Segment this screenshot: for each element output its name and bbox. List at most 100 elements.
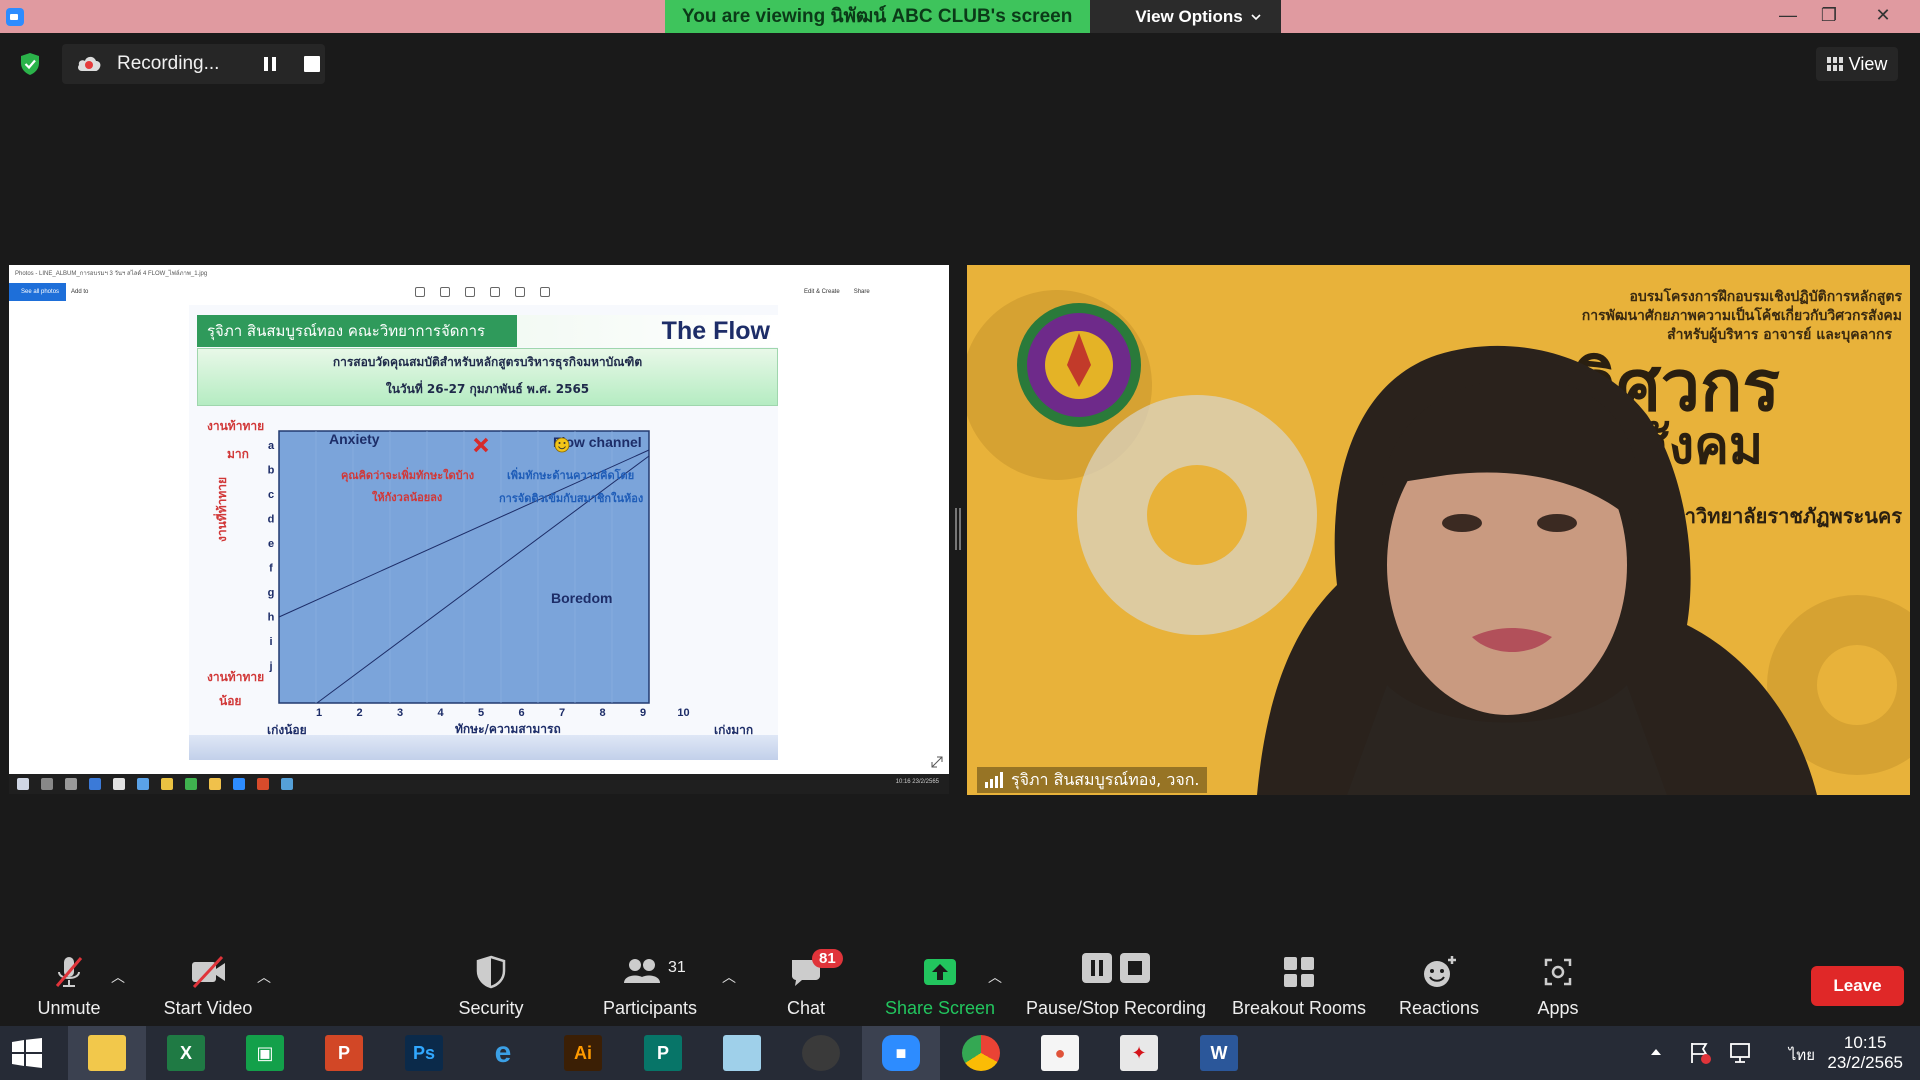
- internet-explorer-icon: e: [494, 1036, 512, 1069]
- unmute-button[interactable]: Unmute: [18, 947, 120, 1026]
- see-all-photos-button[interactable]: See all photos: [9, 283, 66, 301]
- leave-button[interactable]: Leave: [1811, 966, 1904, 1006]
- security-label: Security: [458, 998, 524, 1018]
- zoom-in-icon[interactable]: [415, 287, 425, 297]
- taskbar-ie[interactable]: e: [464, 1026, 542, 1080]
- share-screen-label: Share Screen: [884, 998, 996, 1018]
- view-options-label: View Options: [1135, 7, 1243, 26]
- security-shield-icon[interactable]: [20, 52, 40, 76]
- title-bar: You are viewing นิพัฒน์ ABC CLUB's scree…: [0, 0, 1920, 33]
- pause-stop-recording-button[interactable]: Pause/Stop Recording: [1024, 947, 1208, 1026]
- taskbar-acrobat[interactable]: ✦: [1100, 1026, 1178, 1080]
- taskbar-time: 10:15: [1843, 1033, 1887, 1052]
- taskbar-zoom[interactable]: ■: [862, 1026, 940, 1080]
- anxiety-note-2: ให้กังวลน้อยลง: [372, 490, 442, 504]
- delete-icon[interactable]: [465, 287, 475, 297]
- taskbar-photoscape[interactable]: [782, 1026, 860, 1080]
- rotate-icon[interactable]: [515, 287, 525, 297]
- smiley-marker-icon: [554, 437, 570, 453]
- x-low-label: เก่งน้อย: [267, 723, 307, 737]
- y-tick-label: f: [269, 563, 273, 575]
- share-button[interactable]: Share: [854, 283, 870, 301]
- security-button[interactable]: Security: [450, 947, 532, 1026]
- minimize-button[interactable]: —: [1765, 0, 1811, 33]
- network-icon[interactable]: [1728, 1041, 1752, 1065]
- taskbar-illustrator[interactable]: Ai: [544, 1026, 622, 1080]
- windows-start-icon[interactable]: [12, 1038, 42, 1068]
- taskbar-publisher[interactable]: P: [624, 1026, 702, 1080]
- recording-indicator: Recording...: [62, 44, 325, 84]
- taskbar-powerpoint[interactable]: P: [305, 1026, 383, 1080]
- taskbar-paint[interactable]: ●: [1021, 1026, 1099, 1080]
- viewing-banner: You are viewing นิพัฒน์ ABC CLUB's scree…: [665, 0, 1281, 33]
- taskbar-file-explorer[interactable]: [68, 1026, 146, 1080]
- start-video-button[interactable]: Start Video: [155, 947, 261, 1026]
- mini-line-icon: [185, 778, 197, 790]
- split-resize-handle[interactable]: [955, 508, 961, 550]
- apps-button[interactable]: Apps: [1528, 947, 1588, 1026]
- add-to-button[interactable]: Add to: [71, 283, 88, 301]
- photos-toolbar: See all photos Add to Edit & Create Shar…: [9, 283, 949, 301]
- bg-header-line2: การพัฒนาศักยภาพความเป็นโค้ชเกี่ยวกับวิศว…: [1582, 305, 1902, 324]
- taskbar-word[interactable]: W: [1180, 1026, 1258, 1080]
- taskbar-excel[interactable]: X: [147, 1026, 225, 1080]
- view-options-button[interactable]: View Options: [1090, 0, 1281, 33]
- bg-header-line1: อบรมโครงการฝึกอบรมเชิงปฏิบัติการหลักสูตร: [1629, 287, 1902, 305]
- mini-folder-icon: [209, 778, 221, 790]
- x-tick-label: 4: [437, 707, 444, 719]
- paint-icon: ●: [1041, 1035, 1079, 1071]
- edit-create-button[interactable]: Edit & Create: [804, 283, 840, 301]
- input-language[interactable]: ไทย: [1789, 1043, 1815, 1067]
- reactions-button[interactable]: Reactions: [1396, 947, 1482, 1026]
- taskbar-clock[interactable]: 10:15 23/2/2565: [1827, 1033, 1903, 1073]
- anxiety-note-1: คุณคิดว่าจะเพิ่มทักษะใดบ้าง: [341, 467, 474, 483]
- zoom-window: You are viewing นิพัฒน์ ABC CLUB's scree…: [0, 0, 1920, 1080]
- grid-view-icon: [1826, 57, 1843, 71]
- expand-icon[interactable]: [931, 756, 943, 768]
- share-caret-icon[interactable]: ︿: [988, 967, 1002, 987]
- y-tick-label: h: [268, 612, 275, 624]
- cloud-recording-icon: [78, 56, 101, 71]
- restore-button[interactable]: ❐: [1806, 0, 1852, 33]
- x-tick-label: 9: [640, 707, 646, 719]
- share-screen-button[interactable]: Share Screen: [884, 947, 996, 1026]
- taskbar-store[interactable]: ▣: [226, 1026, 304, 1080]
- y-tick-label: g: [268, 587, 275, 599]
- recording-label: Recording...: [117, 53, 220, 74]
- taskbar-chrome[interactable]: [942, 1026, 1020, 1080]
- crop-icon[interactable]: [540, 287, 550, 297]
- video-off-icon: [192, 955, 225, 989]
- start-video-label: Start Video: [163, 998, 253, 1018]
- x-high-label: เก่งมาก: [714, 723, 754, 737]
- favorite-icon[interactable]: [490, 287, 500, 297]
- y-tick-labels: a bc de fg hi j: [268, 440, 275, 673]
- publisher-icon: P: [644, 1035, 682, 1071]
- chat-unread-badge: 81: [812, 949, 843, 968]
- zoom-out-icon[interactable]: [440, 287, 450, 297]
- close-button[interactable]: ✕: [1860, 0, 1906, 33]
- flow-chart: Anxiety Flow channel Boredom คุณคิดว่าจะ…: [268, 430, 690, 719]
- shared-taskbar-icons: [17, 778, 293, 790]
- pause-recording-icon[interactable]: [260, 54, 280, 74]
- y-tick-label: i: [269, 636, 272, 648]
- taskbar-notepad[interactable]: [703, 1026, 781, 1080]
- audio-options-caret-icon[interactable]: ︿: [111, 967, 125, 987]
- view-button[interactable]: View: [1816, 47, 1898, 81]
- chrome-icon: [962, 1035, 1000, 1071]
- y-tick-label: j: [268, 661, 272, 673]
- store-icon: ▣: [246, 1035, 284, 1071]
- tray-expand-icon[interactable]: [1650, 1048, 1662, 1056]
- photo-tool-icons: [415, 287, 550, 297]
- participants-button[interactable]: 31 Participants: [596, 947, 704, 1026]
- flag-notification-icon[interactable]: [1688, 1041, 1712, 1065]
- breakout-rooms-button[interactable]: Breakout Rooms: [1230, 947, 1368, 1026]
- excel-icon: X: [167, 1035, 205, 1071]
- bg-header-line3: สำหรับผู้บริหาร อาจารย์ และบุคลากร: [1667, 326, 1892, 343]
- stop-recording-icon[interactable]: [304, 56, 320, 72]
- unmute-label: Unmute: [37, 998, 101, 1018]
- view-label: View: [1848, 53, 1888, 74]
- video-options-caret-icon[interactable]: ︿: [257, 967, 271, 987]
- taskbar-photoshop[interactable]: Ps: [385, 1026, 463, 1080]
- chat-label: Chat: [786, 998, 826, 1018]
- participants-caret-icon[interactable]: ︿: [722, 967, 736, 987]
